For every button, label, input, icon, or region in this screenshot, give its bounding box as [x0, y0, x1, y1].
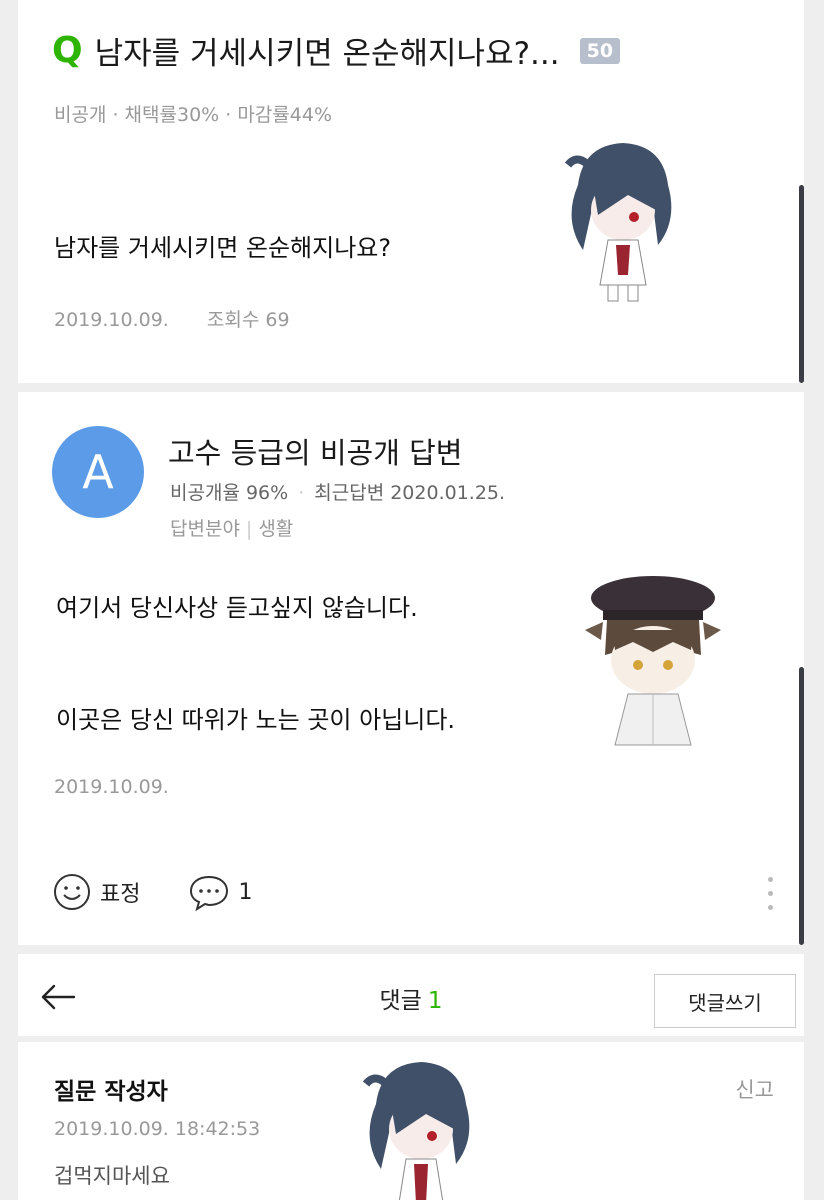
comment-count: 1: [238, 879, 253, 905]
answerer-name[interactable]: 고수 등급의 비공개 답변: [168, 430, 462, 472]
chibi-sticker-dark-hair: [362, 1062, 470, 1200]
comments-count: 1: [427, 988, 443, 1014]
answer-line-2: 이곳은 당신 따위가 노는 곳이 아닙니다.: [56, 706, 456, 734]
answer-card: A 고수 등급의 비공개 답변 비공개율 96% · 최근답변 2020.01.25…: [18, 392, 804, 945]
comment-item: 질문 작성자 신고 2019.10.09. 18:42:53 겁먹지마세요: [18, 1042, 804, 1200]
answerer-stats: 비공개율 96% · 최근답변 2020.01.25.: [170, 482, 506, 504]
chibi-sticker-cap: [585, 576, 721, 746]
field-label: 답변분야: [170, 518, 240, 540]
answer-date: 2019.10.09.: [54, 776, 169, 798]
avatar[interactable]: A: [52, 426, 144, 518]
question-card: Q 남자를 거세시키면 온순해지나요?... 50 비공개 · 채택률30% ·…: [18, 0, 804, 383]
comment-timestamp: 2019.10.09. 18:42:53: [54, 1118, 261, 1140]
chibi-sticker-dark-hair: [564, 143, 672, 302]
points-badge: 50: [579, 37, 621, 64]
comments-header: 댓글 1 댓글쓰기: [18, 954, 804, 1036]
question-footer: 2019.10.09. 조회수 69: [54, 305, 290, 332]
speech-bubble-icon: [190, 875, 229, 912]
answer-line-1: 여기서 당신사상 듣고싶지 않습니다.: [56, 594, 418, 622]
scrollbar[interactable]: [799, 185, 804, 383]
write-comment-button[interactable]: 댓글쓰기: [654, 974, 796, 1028]
private-rate: 비공개율 96%: [170, 482, 289, 504]
question-title-row[interactable]: Q 남자를 거세시키면 온순해지나요?... 50: [52, 28, 621, 73]
question-views: 조회수 69: [206, 309, 290, 331]
answer-field: 답변분야 | 생활: [170, 518, 294, 540]
comment-text: 겁먹지마세요: [54, 1164, 170, 1188]
comment-author[interactable]: 질문 작성자: [54, 1072, 168, 1106]
reaction-label: 표정: [100, 882, 141, 907]
smile-icon: [54, 874, 90, 910]
comment-button[interactable]: 1: [188, 872, 252, 912]
field-value: 생활: [258, 518, 294, 540]
answer-actions: 표정 1: [52, 872, 252, 912]
question-meta: 비공개 · 채택률30% · 마감률44%: [54, 104, 333, 126]
question-title: 남자를 거세시키면 온순해지나요?...: [94, 36, 560, 72]
report-button[interactable]: 신고: [735, 1074, 774, 1104]
more-vertical-icon[interactable]: [768, 877, 774, 919]
recent-answer: 최근답변 2020.01.25.: [314, 482, 506, 504]
q-icon: Q: [52, 30, 83, 71]
question-date: 2019.10.09.: [54, 309, 169, 331]
question-body: 남자를 거세시키면 온순해지나요?: [54, 234, 392, 262]
reaction-button[interactable]: 표정: [52, 872, 140, 912]
scrollbar[interactable]: [799, 667, 804, 945]
